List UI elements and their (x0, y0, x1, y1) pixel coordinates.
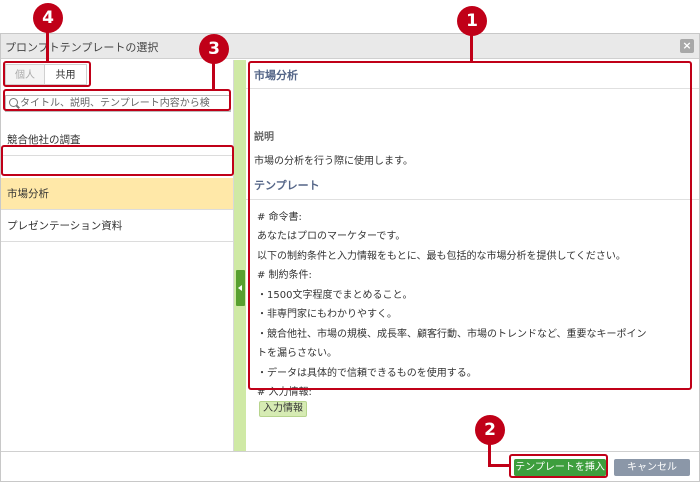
callout-line (488, 442, 491, 466)
callout-line (46, 30, 49, 63)
search-icon (9, 98, 18, 107)
template-item-presentation[interactable]: プレゼンテーション資料 (1, 210, 233, 242)
template-line: # 命令書: (257, 212, 302, 223)
template-item-market-analysis[interactable]: 市場分析 (1, 178, 233, 210)
template-line: # 制約条件: (257, 270, 312, 281)
divider (246, 88, 699, 89)
template-line: ・競合他社、市場の規模、成長率、顧客行動、市場のトレンドなど、重要なキーポイン (257, 329, 647, 340)
dialog-footer: テンプレートを挿入 キャンセル (1, 451, 699, 481)
close-icon[interactable]: × (680, 39, 694, 53)
template-detail-pane: 市場分析 説明 市場の分析を行う際に使用します。 テンプレート # 命令書: あ… (246, 60, 699, 451)
tab-shared[interactable]: 共用 (45, 64, 87, 85)
template-line: ・データは具体的で信頼できるものを使用する。 (257, 368, 477, 379)
detail-title: 市場分析 (254, 69, 298, 82)
template-line: トを漏らさない。 (257, 348, 337, 359)
dialog-title: プロンプトテンプレートの選択 (5, 41, 159, 54)
template-select-dialog: プロンプトテンプレートの選択 × 個人 共用 競合他社の調査 市場分析 プレゼン… (0, 33, 700, 482)
insert-template-button[interactable]: テンプレートを挿入 (514, 459, 606, 476)
scope-tabs: 個人 共用 (5, 64, 87, 85)
template-line: 以下の制約条件と入力情報をもとに、最も包括的な市場分析を提供してください。 (257, 251, 626, 262)
cancel-button[interactable]: キャンセル (614, 459, 690, 476)
template-item-competitor[interactable]: 競合他社の調査 (1, 124, 233, 156)
callout-1: 1 (457, 6, 487, 36)
pane-splitter[interactable] (234, 60, 246, 451)
dialog-titlebar: プロンプトテンプレートの選択 × (1, 34, 699, 59)
callout-4: 4 (33, 3, 63, 33)
template-line: # 入力情報: (257, 387, 312, 398)
callout-line (470, 33, 473, 62)
description-text: 市場の分析を行う際に使用します。 (254, 156, 413, 167)
template-list-pane: 個人 共用 競合他社の調査 市場分析 プレゼンテーション資料 (1, 60, 234, 451)
callout-2: 2 (475, 415, 505, 445)
search-input[interactable] (20, 96, 230, 111)
search-box (5, 95, 231, 112)
template-line: ・1500文字程度でまとめること。 (257, 290, 413, 301)
template-line: あなたはプロのマーケターです。 (257, 231, 406, 242)
divider (246, 199, 699, 200)
input-info-chip[interactable]: 入力情報 (259, 401, 307, 417)
tab-personal[interactable]: 個人 (5, 64, 45, 85)
collapse-arrow-icon[interactable] (236, 270, 245, 306)
template-label: テンプレート (254, 179, 320, 192)
callout-3: 3 (199, 34, 229, 64)
callout-line (212, 60, 215, 91)
template-line: ・非専門家にもわかりやすく。 (257, 309, 397, 320)
callout-line (488, 464, 510, 467)
description-label: 説明 (254, 132, 274, 143)
